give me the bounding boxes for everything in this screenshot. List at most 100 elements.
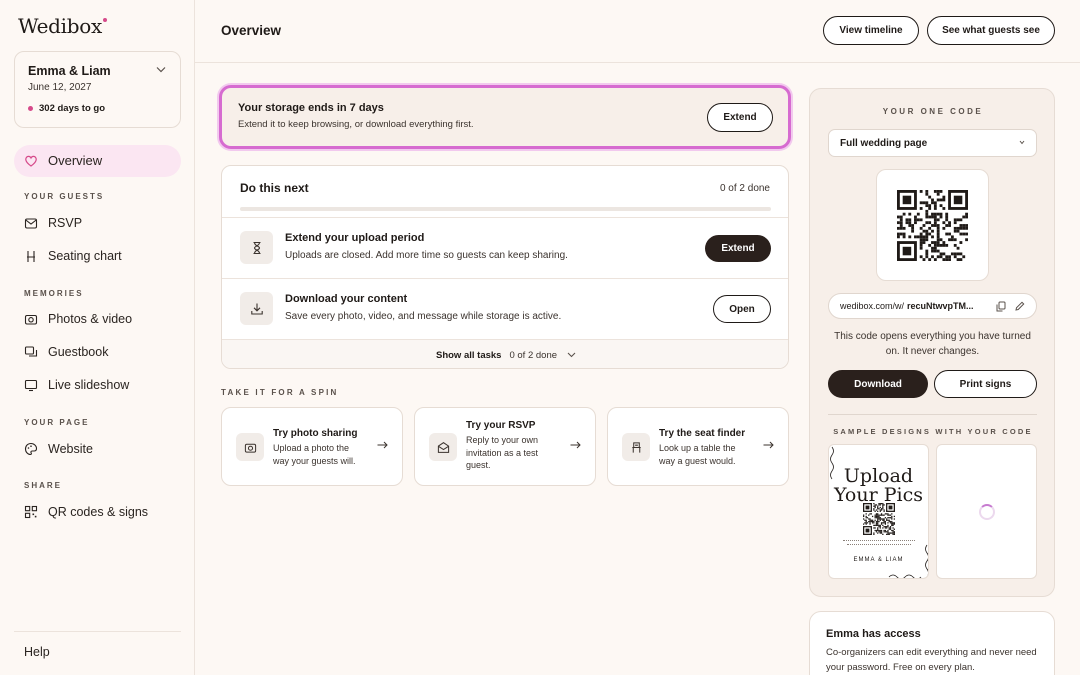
logo[interactable]: Wedibox <box>18 14 107 38</box>
monitor-icon <box>24 378 38 392</box>
sample-fine-print <box>847 544 911 545</box>
code-description: This code opens everything you have turn… <box>834 331 1031 357</box>
spin-card-line: Look up a table the <box>659 443 736 453</box>
task-row: Extend your upload period Uploads are cl… <box>222 217 788 278</box>
spin-card-line: Reply to your own <box>466 435 539 445</box>
divider <box>828 414 1037 415</box>
header-divider <box>195 62 1080 63</box>
sidebar-item-label: Website <box>48 442 93 456</box>
sample-names: EMMA & LIAM <box>853 557 904 563</box>
qr-code-image <box>897 189 968 261</box>
envelope-icon <box>429 433 457 461</box>
show-all-tasks-toggle[interactable]: Show all tasks 0 of 2 done <box>222 339 788 368</box>
event-switcher[interactable]: Emma & Liam June 12, 2027 302 days to go <box>14 51 181 128</box>
logo-dot <box>102 18 107 22</box>
extend-upload-button[interactable]: Extend <box>705 235 771 262</box>
help-link[interactable]: Help <box>24 645 50 659</box>
sidebar-item-slideshow[interactable]: Live slideshow <box>24 378 129 392</box>
sidebar-item-label: Seating chart <box>48 249 122 263</box>
section-label-share: SHARE <box>24 481 63 490</box>
spin-card-title: Try the seat finder <box>659 428 746 439</box>
sample-design-card-loading[interactable] <box>936 444 1037 579</box>
sample-design-card[interactable]: Upload Your Pics EMMA & LIAM <box>828 444 929 579</box>
tasks-progress-bar <box>240 207 771 211</box>
edit-icon[interactable] <box>1015 301 1025 311</box>
sidebar-item-guestbook[interactable]: Guestbook <box>24 345 108 359</box>
event-name: Emma & Liam <box>28 64 111 78</box>
spin-card-title: Try photo sharing <box>273 428 358 439</box>
spin-card-text: Upload a photo the way your guests will. <box>273 442 373 467</box>
sidebar: Wedibox Emma & Liam June 12, 2027 302 da… <box>0 0 195 675</box>
sidebar-item-label: RSVP <box>48 216 83 230</box>
spin-card-text: Reply to your own invitation as a test g… <box>466 434 566 472</box>
banner-subtitle: Extend it to keep browsing, or download … <box>238 119 474 130</box>
chevron-down-icon <box>1019 140 1025 145</box>
spin-card-title: Try your RSVP <box>466 420 536 431</box>
select-value: Full wedding page <box>840 137 928 149</box>
show-all-label: Show all tasks <box>435 349 502 361</box>
sidebar-item-qr[interactable]: QR codes & signs <box>24 505 148 519</box>
section-label-memories: MEMORIES <box>24 289 84 298</box>
section-label-guests: YOUR GUESTS <box>24 192 105 201</box>
sidebar-item-rsvp[interactable]: RSVP <box>24 216 82 230</box>
spin-card-line: way a guest would. <box>659 455 736 466</box>
sidebar-item-website[interactable]: Website <box>24 442 93 456</box>
tasks-title: Do this next <box>240 181 309 195</box>
sidebar-item-label: Guestbook <box>48 345 109 359</box>
try-photo-sharing-card[interactable]: Try photo sharing Upload a photo the way… <box>221 407 403 486</box>
task-row: Download your content Save every photo, … <box>222 278 788 339</box>
sample-design-title: Upload Your Pics <box>834 465 923 506</box>
spin-card-line: Upload a photo the <box>273 443 350 453</box>
sample-qr-code <box>863 503 895 535</box>
banner-title: Your storage ends in 7 days <box>238 102 384 114</box>
show-all-count: 0 of 2 done <box>509 349 558 361</box>
heart-icon <box>24 154 38 168</box>
task-subtitle: Uploads are closed. Add more time so gue… <box>285 250 568 261</box>
qr-code-panel: YOUR ONE CODE Full wedding page wedibox.… <box>809 88 1055 597</box>
samples-label: SAMPLE DESIGNS WITH YOUR CODE <box>833 427 1033 436</box>
code-panel-label: YOUR ONE CODE <box>882 107 984 116</box>
sidebar-item-label: Overview <box>48 153 103 168</box>
co-organizer-card: Emma has access Co-organizers can edit e… <box>809 611 1055 675</box>
url-code: recuNtwvpTM... <box>907 301 974 311</box>
chevron-down-icon <box>156 66 166 73</box>
divider <box>14 631 181 632</box>
loading-spinner <box>979 504 995 520</box>
spin-card-line: way your guests will. <box>273 455 356 466</box>
try-seat-finder-card[interactable]: Try the seat finder Look up a table the … <box>607 407 789 486</box>
event-date: June 12, 2027 <box>28 82 92 93</box>
section-label-page: YOUR PAGE <box>24 418 90 427</box>
access-description: Co-organizers can edit everything and ne… <box>826 647 1037 673</box>
access-title: Emma has access <box>826 628 921 640</box>
event-countdown: 302 days to go <box>28 103 105 114</box>
qr-code <box>876 169 989 281</box>
countdown-text: 302 days to go <box>39 103 105 114</box>
view-timeline-button[interactable]: View timeline <box>823 16 919 45</box>
task-subtitle: Save every photo, video, and message whi… <box>285 311 562 322</box>
see-what-guests-see-button[interactable]: See what guests see <box>927 16 1055 45</box>
extend-storage-button[interactable]: Extend <box>707 103 773 132</box>
copy-icon[interactable] <box>996 301 1006 312</box>
open-download-button[interactable]: Open <box>713 295 771 323</box>
spin-section-label: TAKE IT FOR A SPIN <box>221 388 339 397</box>
chevron-down-icon <box>567 352 576 358</box>
code-target-select[interactable]: Full wedding page <box>828 129 1037 157</box>
sidebar-item-photos[interactable]: Photos & video <box>24 312 132 326</box>
task-title: Download your content <box>285 293 408 305</box>
page-title: Overview <box>221 23 282 38</box>
sample-fine-print <box>843 540 915 541</box>
try-rsvp-card[interactable]: Try your RSVP Reply to your own invitati… <box>414 407 596 486</box>
arrow-right-icon <box>763 441 774 449</box>
arrow-right-icon <box>377 441 388 449</box>
code-url-field[interactable]: wedibox.com/w/recuNtwvpTM... <box>828 293 1037 319</box>
sidebar-item-overview[interactable]: Overview <box>24 153 102 168</box>
download-code-button[interactable]: Download <box>828 370 928 398</box>
sidebar-item-seating[interactable]: Seating chart <box>24 249 122 263</box>
spin-card-line: invitation as a test <box>466 447 539 458</box>
chair-icon <box>622 433 650 461</box>
chair-icon <box>24 249 38 263</box>
sidebar-item-label: Live slideshow <box>48 378 130 392</box>
download-icon <box>240 292 273 325</box>
print-signs-button[interactable]: Print signs <box>934 370 1037 398</box>
task-title: Extend your upload period <box>285 232 425 244</box>
